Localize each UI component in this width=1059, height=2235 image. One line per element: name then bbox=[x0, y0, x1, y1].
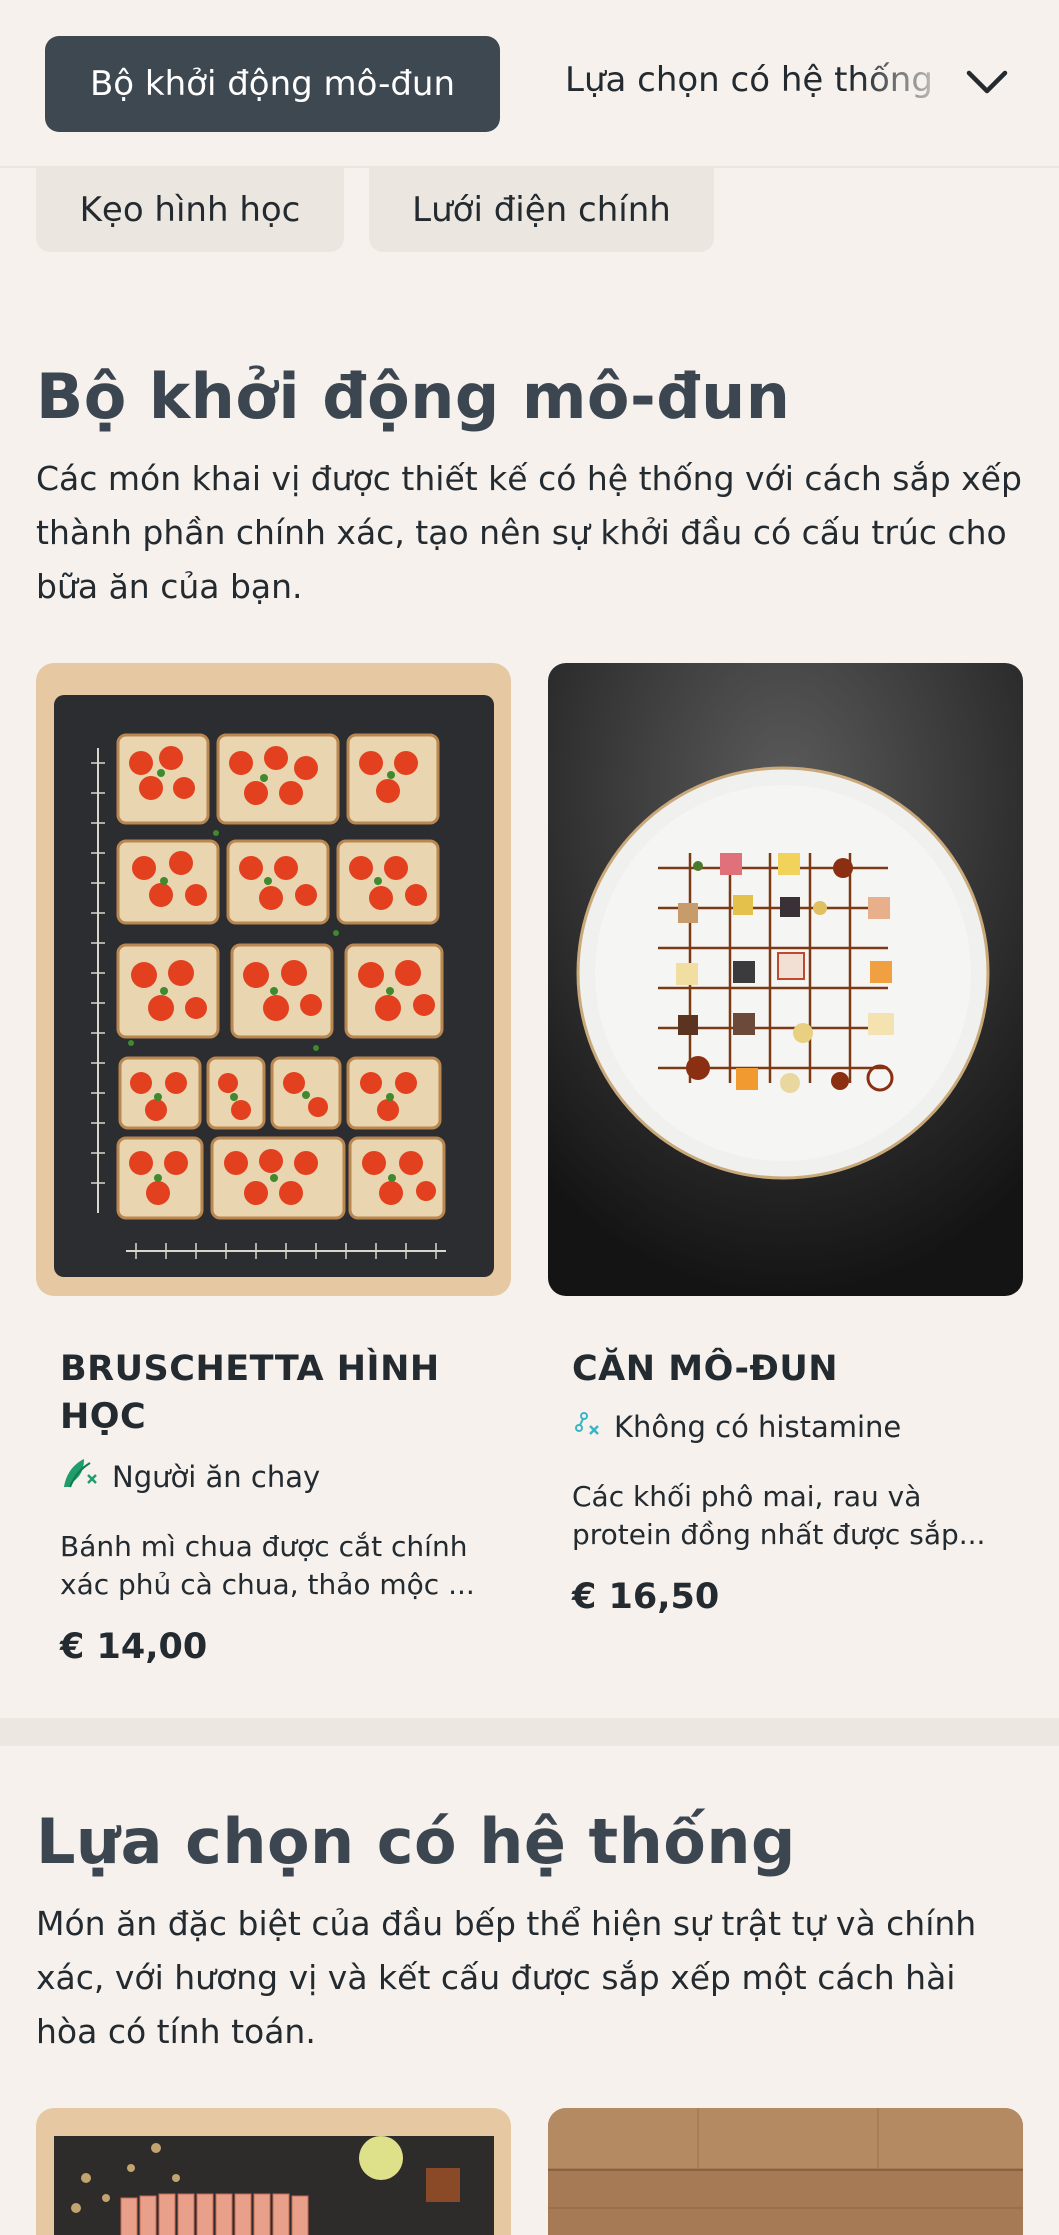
chip-geometric-candy[interactable]: Kẹo hình học bbox=[36, 168, 344, 252]
card-description: Bánh mì chua được cắt chính xác phủ cà c… bbox=[60, 1530, 475, 1601]
dietary-tag: Người ăn chay bbox=[60, 1455, 320, 1498]
card-price: € 16,50 bbox=[572, 1577, 720, 1617]
card-title[interactable]: CĂN MÔ-ĐUN bbox=[572, 1345, 992, 1393]
card-price: € 14,00 bbox=[60, 1627, 208, 1667]
category-tab-bar: Bộ khởi động mô-đun Lựa chọn có hệ thống bbox=[0, 0, 1059, 168]
tag-label: Không có histamine bbox=[614, 1409, 902, 1444]
section-title: Bộ khởi động mô-đun bbox=[36, 360, 791, 433]
tab-overflow-fade bbox=[860, 40, 960, 130]
histamine-free-icon bbox=[572, 1408, 602, 1445]
wood-board-image[interactable] bbox=[548, 2108, 1023, 2235]
card-title[interactable]: BRUSCHETTA HÌNH HỌC bbox=[60, 1345, 480, 1441]
chip-label: Kẹo hình học bbox=[79, 190, 301, 230]
section-title: Lựa chọn có hệ thống bbox=[36, 1805, 796, 1878]
section-description: Các món khai vị được thiết kế có hệ thốn… bbox=[36, 459, 1022, 606]
tag-label: Người ăn chay bbox=[112, 1459, 321, 1494]
tab-label: Bộ khởi động mô-đun bbox=[89, 64, 456, 104]
vegetarian-icon bbox=[60, 1455, 100, 1498]
section-divider bbox=[0, 1718, 1059, 1746]
tuna-dish-image[interactable] bbox=[36, 2108, 511, 2235]
section-description: Món ăn đặc biệt của đầu bếp thể hiện sự … bbox=[36, 1904, 977, 2051]
chip-main-grid[interactable]: Lưới điện chính bbox=[369, 168, 714, 252]
modular-cubes-image[interactable] bbox=[548, 663, 1023, 1296]
dietary-tag: Không có histamine bbox=[572, 1408, 901, 1445]
tab-modular-starters[interactable]: Bộ khởi động mô-đun bbox=[45, 36, 500, 132]
chevron-down-icon[interactable] bbox=[963, 58, 1011, 106]
bruschetta-image[interactable] bbox=[36, 663, 511, 1296]
card-description: Các khối phô mai, rau và protein đồng nh… bbox=[572, 1480, 986, 1551]
chip-label: Lưới điện chính bbox=[412, 190, 671, 230]
